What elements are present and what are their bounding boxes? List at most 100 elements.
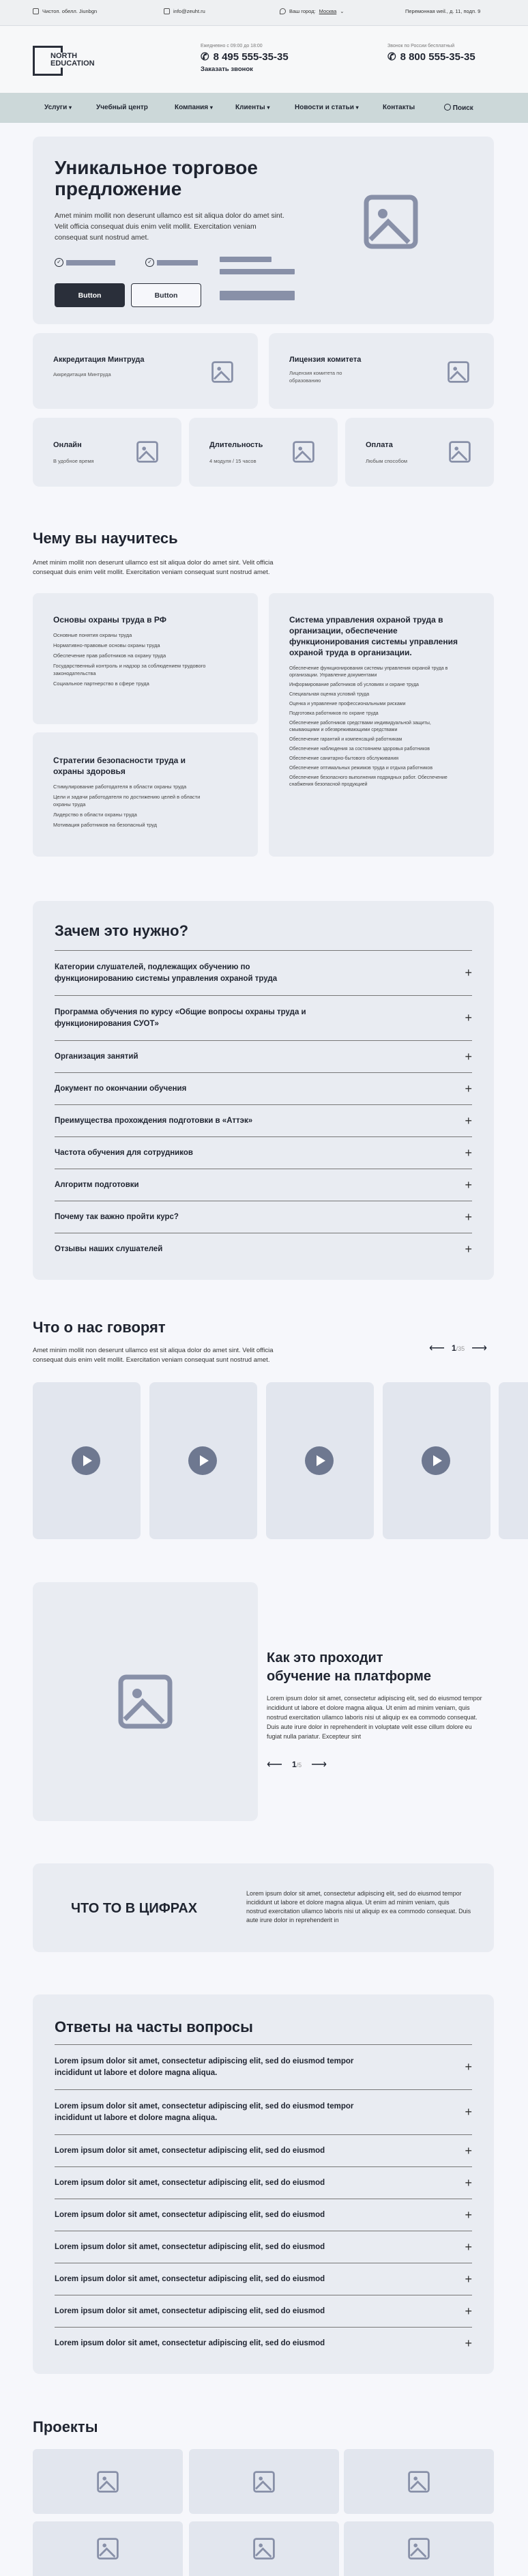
image-placeholder-icon (253, 2470, 275, 2493)
plus-icon: + (465, 2060, 472, 2074)
chevron-down-icon: ▾ (209, 104, 213, 111)
city-select[interactable]: Москва (319, 8, 337, 14)
email-link[interactable]: info@zeuht.ru (173, 8, 205, 14)
course-topic: Оценка и управление профессиональными ри… (289, 702, 406, 706)
course-topic: Обеспечение работников средствами индиви… (289, 721, 431, 732)
order-call-link[interactable]: Заказать звонок (201, 66, 289, 73)
nav-item-services[interactable]: Услуги ▾ (44, 104, 72, 111)
why-question: Отзывы наших слушателей (55, 1244, 163, 1253)
plus-icon: + (465, 2207, 472, 2222)
project-card[interactable] (33, 2521, 183, 2576)
course-title: Система управления охраной труда в орган… (289, 615, 458, 657)
main-nav: Услуги ▾ Учебный центр Компания ▾ Клиент… (0, 93, 528, 123)
why-item[interactable]: Преимущества прохождения подготовки в «А… (55, 1104, 472, 1136)
course-topics: Обеспечение функционирования системы упр… (289, 666, 460, 791)
image-placeholder-icon (211, 361, 233, 383)
address-text: Чистоп. обелл. Jiunbgn (42, 8, 98, 14)
nav-item-contacts[interactable]: Контакты (383, 104, 415, 111)
why-item[interactable]: Организация занятий + (55, 1040, 472, 1072)
why-item[interactable]: Алгоритм подготовки + (55, 1169, 472, 1201)
qa-question: Lorem ipsum dolor sit amet, consectetur … (55, 2102, 354, 2122)
nav-item-clients[interactable]: Клиенты ▾ (235, 104, 269, 111)
course-topic: Мотивация работников на безопасный труд (53, 822, 158, 828)
qa-item[interactable]: Lorem ipsum dolor sit amet, consectetur … (55, 2166, 472, 2199)
qa-item[interactable]: Lorem ipsum dolor sit amet, consectetur … (55, 2295, 472, 2327)
video-review-card[interactable] (383, 1382, 490, 1539)
numbers-section: ЧТО ТО В ЦИФРАХ Lorem ipsum dolor sit am… (33, 1863, 494, 1952)
hero-primary-button[interactable]: Button (55, 283, 125, 307)
phone-block-free: Звонок по России бесплатный ✆ 8 800 555-3… (387, 44, 475, 63)
pager-current: 1 (451, 1343, 456, 1353)
qa-item[interactable]: Lorem ipsum dolor sit amet, consectetur … (55, 2199, 472, 2231)
phone-number[interactable]: 8 495 555-35-35 (214, 51, 289, 63)
phone-free-number[interactable]: 8 800 555-35-35 (400, 51, 475, 63)
chevron-down-icon: ▾ (69, 104, 72, 111)
project-card[interactable] (344, 2449, 494, 2514)
hours-item: Перемонная weil., д. 11, подп. 9 (405, 8, 480, 14)
nav-item-news[interactable]: Новости и статьи ▾ (295, 104, 359, 111)
course-card-basics[interactable]: Основы охраны труда в РФ Основные поняти… (33, 593, 258, 724)
why-item[interactable]: Программа обучения по курсу «Общие вопро… (55, 995, 472, 1040)
play-icon[interactable] (422, 1446, 450, 1475)
image-placeholder-icon (448, 361, 469, 383)
course-card-management[interactable]: Система управления охраной труда в орган… (269, 593, 494, 857)
reviews-text: Amet minim mollit non deserunt ullamco e… (33, 1347, 274, 1364)
city-item[interactable]: Ваш город: Москва ⌄ (280, 8, 344, 14)
city-label: Ваш город: (289, 8, 316, 14)
arrow-left-icon[interactable]: ⟵ (429, 1341, 445, 1355)
course-topics: Стимулирование работодателя в области ох… (53, 783, 210, 831)
qa-item[interactable]: Lorem ipsum dolor sit amet, consectetur … (55, 2134, 472, 2166)
why-item[interactable]: Почему так важно пройти курс? + (55, 1201, 472, 1233)
nav-item-company[interactable]: Компания ▾ (175, 104, 213, 111)
check-circle-icon: ✓ (55, 258, 63, 267)
arrow-right-icon[interactable]: ⟶ (471, 1341, 487, 1355)
email-item[interactable]: info@zeuht.ru (164, 8, 205, 14)
play-icon[interactable] (188, 1446, 217, 1475)
top-bar: Чистоп. обелл. Jiunbgn info@zeuht.ru Ваш… (0, 0, 528, 26)
hero-bar (220, 291, 295, 300)
why-item[interactable]: Частота обучения для сотрудников + (55, 1136, 472, 1169)
video-review-card[interactable] (149, 1382, 257, 1539)
arrow-right-icon[interactable]: ⟶ (311, 1758, 327, 1771)
video-review-card[interactable] (266, 1382, 374, 1539)
qa-item[interactable]: Lorem ipsum dolor sit amet, consectetur … (55, 2231, 472, 2263)
phone-main[interactable]: ✆ 8 495 555-35-35 (201, 51, 289, 63)
why-item[interactable]: Документ по окончании обучения + (55, 1072, 472, 1104)
project-card[interactable] (189, 2521, 339, 2576)
course-topic: Подготовка работников по охране труда (289, 711, 379, 716)
why-item[interactable]: Отзывы наших слушателей + (55, 1233, 472, 1265)
project-card[interactable] (33, 2449, 183, 2514)
qa-item[interactable]: Lorem ipsum dolor sit amet, consectetur … (55, 2044, 472, 2089)
hero-secondary-button[interactable]: Button (131, 283, 201, 307)
qa-item[interactable]: Lorem ipsum dolor sit amet, consectetur … (55, 2089, 472, 2134)
video-review-card-partial[interactable] (499, 1382, 528, 1539)
play-icon[interactable] (72, 1446, 100, 1475)
plus-icon: + (465, 2239, 472, 2254)
course-topic: Государственный контроль и надзор за соб… (53, 663, 206, 676)
chevron-down-icon: ⌄ (340, 8, 344, 14)
tile-title: Онлайн (53, 441, 82, 449)
why-item[interactable]: Категории слушателей, подлежащих обучени… (55, 950, 472, 995)
course-card-strategy[interactable]: Стратегии безопасности труда и охраны зд… (33, 732, 258, 857)
qa-item[interactable]: Lorem ipsum dolor sit amet, consectetur … (55, 2263, 472, 2295)
arrow-left-icon[interactable]: ⟵ (267, 1758, 282, 1771)
qa-question: Lorem ipsum dolor sit amet, consectetur … (55, 2274, 325, 2283)
video-review-card[interactable] (33, 1382, 141, 1539)
plus-icon: + (465, 2175, 472, 2190)
building-icon (33, 8, 39, 14)
image-placeholder-icon (408, 2470, 430, 2493)
project-card[interactable] (189, 2449, 339, 2514)
project-card[interactable] (344, 2521, 494, 2576)
course-topic: Информирование работников об условиях и … (289, 683, 419, 687)
nav-item-training[interactable]: Учебный центр (96, 104, 148, 111)
check-circle-icon: ✓ (145, 258, 154, 267)
platform-text: Lorem ipsum dolor sit amet, consectetur … (267, 1695, 482, 1740)
phone-free[interactable]: ✆ 8 800 555-35-35 (387, 51, 475, 63)
hero-feature-2: ✓ (145, 258, 198, 267)
why-question: Частота обучения для сотрудников (55, 1148, 193, 1157)
course-topic: Обеспечение санитарно-бытового обслужива… (289, 756, 399, 761)
qa-item[interactable]: Lorem ipsum dolor sit amet, consectetur … (55, 2327, 472, 2359)
logo[interactable]: NORTH EDUCATION (33, 46, 109, 76)
play-icon[interactable] (305, 1446, 334, 1475)
nav-search[interactable]: Поиск (444, 104, 473, 112)
